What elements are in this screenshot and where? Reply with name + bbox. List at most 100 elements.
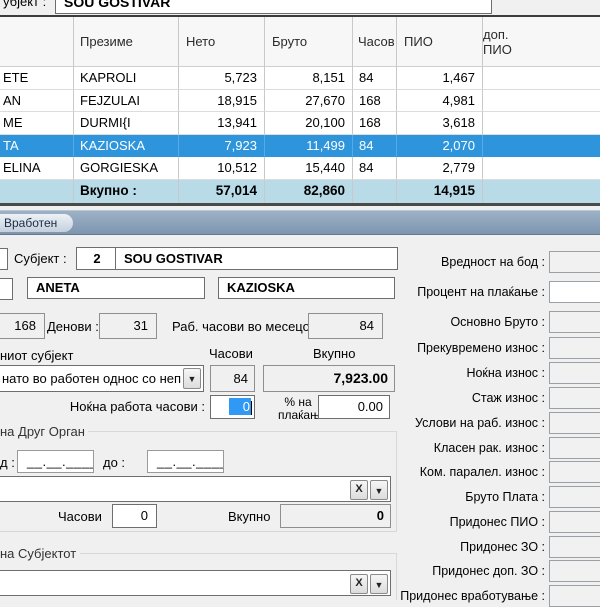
rp-field-pridones-zo — [549, 536, 600, 558]
col-header-neto[interactable]: Нето — [179, 17, 265, 67]
rp-field-uslovi — [549, 412, 600, 434]
cell-hours: 168 — [353, 90, 397, 113]
date-from-label-partial: д : — [0, 455, 15, 470]
night-hours-input[interactable]: 0 — [210, 395, 255, 419]
cell-dop — [483, 112, 600, 135]
cell-pio: 2,779 — [397, 157, 483, 180]
cell-hours: 84 — [353, 157, 397, 180]
groupbox-border — [88, 431, 396, 432]
employment-section-label-partial: ниот субјект — [0, 348, 73, 363]
totals-row: Вкупно : 57,014 82,860 14,915 — [0, 180, 600, 203]
col-header-surname[interactable]: Презиме — [74, 17, 179, 67]
rp-label-klasen: Класен рак. износ : — [300, 441, 545, 455]
col-header-dop-line2: ПИО — [483, 42, 600, 57]
clipped-field-left-1[interactable] — [0, 248, 8, 270]
cell-name: TA — [0, 135, 74, 158]
col-header-bruto[interactable]: Бруто — [265, 17, 353, 67]
rp-field-osnovno-bruto — [549, 311, 600, 333]
cell-surname: GORGIESKA — [74, 157, 179, 180]
cell-hours: 168 — [353, 112, 397, 135]
table-row[interactable]: ME DURMI{I 13,941 20,100 168 3,618 — [0, 112, 600, 135]
cell-name: ELINA — [0, 157, 74, 180]
rp-label-osnovno-bruto: Основно Бруто : — [300, 315, 545, 329]
col-header-pio[interactable]: ПИО — [397, 17, 483, 67]
rp-field-procent[interactable] — [549, 281, 600, 303]
cell-empty — [483, 180, 600, 203]
subject-code-field[interactable]: 2 — [76, 247, 118, 270]
first-name-field[interactable]: ANETA — [27, 277, 205, 299]
section-bar-label: Вработен — [0, 214, 73, 232]
totals-bruto: 82,860 — [265, 180, 353, 203]
employee-grid: Презиме Нето Бруто Часов ПИО доп. ПИО ET… — [0, 17, 600, 203]
rp-field-nokna — [549, 362, 600, 384]
cell-dop — [483, 157, 600, 180]
date-to-input[interactable]: __.__.____ — [147, 450, 224, 473]
cell-pio: 4,981 — [397, 90, 483, 113]
rp-label-uslovi: Услови на раб. износ : — [300, 416, 545, 430]
grid-header-row: Презиме Нето Бруто Часов ПИО доп. ПИО — [0, 17, 600, 67]
table-row[interactable]: ETE KAPROLI 5,723 8,151 84 1,467 — [0, 67, 600, 90]
rp-field-klasen — [549, 437, 600, 459]
night-hours-value: 0 — [229, 398, 251, 415]
col-header-name[interactable] — [0, 17, 74, 67]
rp-label-pridones-dop-zo: Придонес доп. ЗО : — [300, 564, 545, 578]
other-organ-total-label: Вкупно — [228, 509, 270, 524]
cell-hours: 84 — [353, 135, 397, 158]
subject-label: Субјект : — [14, 251, 67, 266]
subject-group-title: на Субјектот — [0, 546, 76, 561]
cell-neto: 7,923 — [179, 135, 265, 158]
col-header-dop-line1: доп. — [483, 27, 600, 42]
cell-pio: 2,070 — [397, 135, 483, 158]
grid-bottom-border — [0, 203, 600, 206]
rp-label-pridones-zo: Придонес ЗО : — [300, 540, 545, 554]
rp-label-nokna: Ноќна износ : — [300, 366, 545, 380]
table-row[interactable]: AN FEJZULAI 18,915 27,670 168 4,981 — [0, 90, 600, 113]
rp-label-pridones-pio: Придонес ПИО : — [300, 515, 545, 529]
rp-field-pridones-pio — [549, 511, 600, 533]
night-work-label: Ноќна работа часови : — [0, 399, 205, 414]
cell-surname: KAPROLI — [74, 67, 179, 90]
table-row-selected[interactable]: TA KAZIOSKA 7,923 11,499 84 2,070 — [0, 135, 600, 158]
totals-hours — [353, 180, 397, 203]
rp-field-pridones-vrabotuvanje — [549, 585, 600, 607]
employment-type-combobox[interactable]: нато во работен однос со неп ▼ — [0, 365, 204, 392]
cell-name: AN — [0, 90, 74, 113]
totals-pio: 14,915 — [397, 180, 483, 203]
col-header-dop-pio[interactable]: доп. ПИО — [483, 17, 600, 67]
rp-field-pridones-dop-zo — [549, 560, 600, 582]
cell-dop — [483, 67, 600, 90]
employment-combo-text: нато во работен однос со неп — [2, 371, 181, 386]
cell-surname: DURMI{I — [74, 112, 179, 135]
chevron-down-icon[interactable]: ▼ — [183, 368, 201, 389]
other-organ-hours-input[interactable]: 0 — [112, 504, 157, 528]
rp-field-staz — [549, 387, 600, 409]
hours-column-header: Часови — [209, 346, 253, 361]
cell-pio: 3,618 — [397, 112, 483, 135]
other-organ-group-title: на Друг Орган — [0, 424, 85, 439]
other-organ-hours-label: Часови — [58, 509, 102, 524]
cell-surname: KAZIOSKA — [74, 135, 179, 158]
cell-dop — [483, 135, 600, 158]
clipped-field-left-2[interactable] — [0, 278, 13, 300]
rp-field-prekuvremeno — [549, 337, 600, 359]
col-header-hours[interactable]: Часов — [353, 17, 397, 67]
cell-dop — [483, 90, 600, 113]
subject-name-field-top[interactable]: SOU GOSTIVAR — [55, 0, 492, 14]
rp-label-bruto-plata: Бруто Плата : — [300, 490, 545, 504]
cell-pio: 1,467 — [397, 67, 483, 90]
cell-neto: 5,723 — [179, 67, 265, 90]
cell-neto: 13,941 — [179, 112, 265, 135]
rp-label-prekuvremeno: Прекувремено износ : — [300, 341, 545, 355]
cell-bruto: 8,151 — [265, 67, 353, 90]
rp-label-kom-paralel: Ком. паралел. износ : — [300, 465, 545, 479]
cell-empty — [0, 180, 74, 203]
cell-name: ME — [0, 112, 74, 135]
cell-bruto: 20,100 — [265, 112, 353, 135]
totals-neto: 57,014 — [179, 180, 265, 203]
cell-hours: 84 — [353, 67, 397, 90]
hours-168-field: 168 — [0, 313, 45, 339]
rp-label-procent: Процент на плаќање : — [300, 285, 545, 299]
cell-bruto: 27,670 — [265, 90, 353, 113]
table-row[interactable]: ELINA GORGIESKA 10,512 15,440 84 2,779 — [0, 157, 600, 180]
date-from-input[interactable]: __.__.____ — [17, 450, 94, 473]
